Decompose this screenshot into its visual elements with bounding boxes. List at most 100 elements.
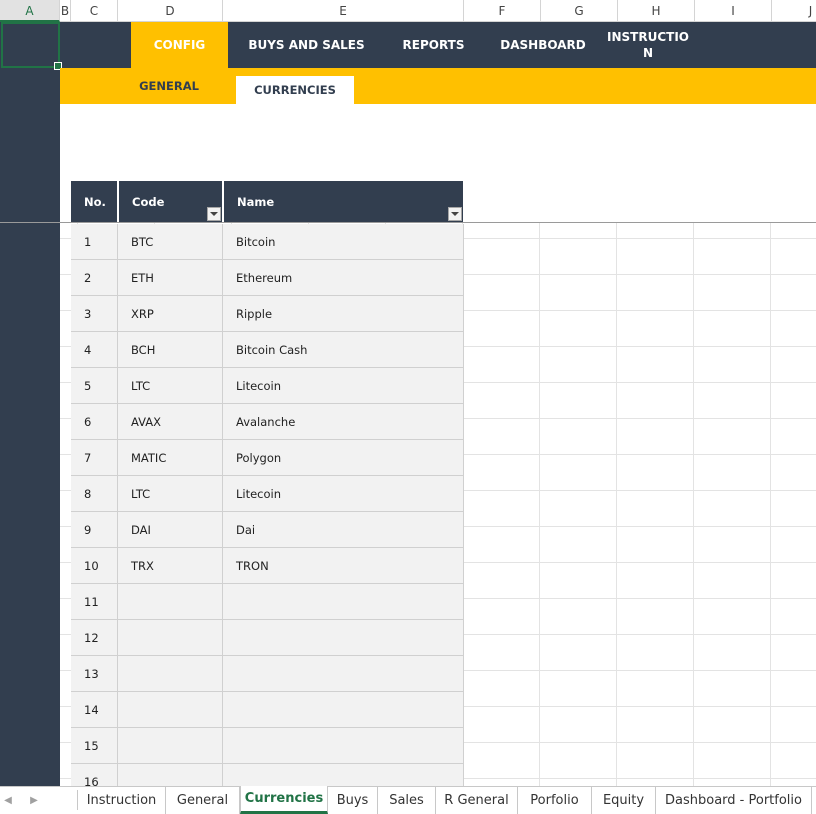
nav-tab-buys-and-sales[interactable]: BUYS AND SALES <box>244 22 369 68</box>
sheet-tab-porfolio[interactable]: Porfolio <box>518 786 592 814</box>
cell-code[interactable]: XRP <box>118 296 223 332</box>
sheet-tab-dashboard-portfolio[interactable]: Dashboard - Portfolio <box>656 786 812 814</box>
table-row: 7 MATIC Polygon <box>71 440 464 476</box>
freeze-pane-line <box>0 222 816 223</box>
filter-dropdown-icon[interactable] <box>448 207 462 221</box>
cell-no[interactable]: 4 <box>71 332 118 368</box>
cell-no[interactable]: 9 <box>71 512 118 548</box>
cell-name[interactable]: Ripple <box>223 296 464 332</box>
cell-no[interactable]: 16 <box>71 764 118 786</box>
column-header-a[interactable]: A <box>0 0 60 22</box>
cell-no[interactable]: 1 <box>71 224 118 260</box>
table-row: 5 LTC Litecoin <box>71 368 464 404</box>
cell-name[interactable] <box>223 656 464 692</box>
scroll-right-arrow-icon[interactable]: ▶ <box>26 786 42 814</box>
scroll-left-arrow-icon[interactable]: ◀ <box>0 786 16 814</box>
table-header-name-label: Name <box>237 194 275 209</box>
table-header-code-label: Code <box>132 194 165 209</box>
column-header-c[interactable]: C <box>71 0 118 22</box>
cell-code[interactable]: BCH <box>118 332 223 368</box>
cell-no[interactable]: 13 <box>71 656 118 692</box>
table-row: 10 TRX TRON <box>71 548 464 584</box>
cell-code[interactable] <box>118 620 223 656</box>
column-header-f[interactable]: F <box>464 0 541 22</box>
table-row: 12 <box>71 620 464 656</box>
cell-no[interactable]: 11 <box>71 584 118 620</box>
cell-name[interactable]: Bitcoin Cash <box>223 332 464 368</box>
nav-tab-reports[interactable]: REPORTS <box>392 22 475 68</box>
cell-no[interactable]: 6 <box>71 404 118 440</box>
cell-code[interactable]: BTC <box>118 224 223 260</box>
cell-code[interactable] <box>118 764 223 786</box>
cell-name[interactable] <box>223 692 464 728</box>
cell-name[interactable] <box>223 764 464 786</box>
cell-no[interactable]: 8 <box>71 476 118 512</box>
cell-code[interactable]: DAI <box>118 512 223 548</box>
cell-name[interactable] <box>223 620 464 656</box>
left-navy-band <box>0 22 60 786</box>
table-row: 11 <box>71 584 464 620</box>
cell-no[interactable]: 7 <box>71 440 118 476</box>
column-header-e[interactable]: E <box>223 0 464 22</box>
subnav-tab-currencies[interactable]: CURRENCIES <box>236 76 354 104</box>
cell-code[interactable] <box>118 692 223 728</box>
column-header-b[interactable]: B <box>60 0 71 22</box>
cell-no[interactable]: 5 <box>71 368 118 404</box>
cell-code[interactable] <box>118 728 223 764</box>
cell-name[interactable] <box>223 728 464 764</box>
cell-name[interactable] <box>223 584 464 620</box>
cell-name[interactable]: Bitcoin <box>223 224 464 260</box>
cell-name[interactable]: Litecoin <box>223 368 464 404</box>
nav-tab-config[interactable]: CONFIG <box>131 22 228 68</box>
sheet-tab-buys[interactable]: Buys <box>328 786 378 814</box>
cell-name[interactable]: Litecoin <box>223 476 464 512</box>
table-row: 13 <box>71 656 464 692</box>
subnav-tab-general[interactable]: GENERAL <box>118 68 220 104</box>
sheet-tab-r-general[interactable]: R General <box>436 786 518 814</box>
column-header-g[interactable]: G <box>541 0 618 22</box>
cell-no[interactable]: 3 <box>71 296 118 332</box>
cell-name[interactable]: Ethereum <box>223 260 464 296</box>
cell-no[interactable]: 12 <box>71 620 118 656</box>
table-header-no-label: No. <box>84 194 106 209</box>
table-header-name[interactable]: Name <box>224 181 463 222</box>
filter-dropdown-icon[interactable] <box>207 207 221 221</box>
cell-name[interactable]: Dai <box>223 512 464 548</box>
column-header-i[interactable]: I <box>695 0 772 22</box>
active-cell-a1[interactable] <box>1 22 62 70</box>
cell-no[interactable]: 10 <box>71 548 118 584</box>
sheet-tab-equity[interactable]: Equity <box>592 786 656 814</box>
cell-code[interactable]: AVAX <box>118 404 223 440</box>
cell-no[interactable]: 15 <box>71 728 118 764</box>
sheet-tab-general[interactable]: General <box>166 786 240 814</box>
cell-code[interactable] <box>118 656 223 692</box>
table-row: 16 <box>71 764 464 786</box>
cell-code[interactable]: TRX <box>118 548 223 584</box>
table-row: 6 AVAX Avalanche <box>71 404 464 440</box>
cell-name[interactable]: Avalanche <box>223 404 464 440</box>
table-row: 14 <box>71 692 464 728</box>
cell-code[interactable] <box>118 584 223 620</box>
column-header-d[interactable]: D <box>118 0 223 22</box>
table-header-code[interactable]: Code <box>119 181 222 222</box>
currency-table-body: 1 BTC Bitcoin 2 ETH Ethereum 3 XRP Ripple 4 BCH… <box>71 224 464 786</box>
sheet-tab-currencies[interactable]: Currencies <box>240 786 328 814</box>
table-row: 2 ETH Ethereum <box>71 260 464 296</box>
sheet-tab-sales[interactable]: Sales <box>378 786 436 814</box>
table-row: 8 LTC Litecoin <box>71 476 464 512</box>
column-header-h[interactable]: H <box>618 0 695 22</box>
cell-code[interactable]: MATIC <box>118 440 223 476</box>
sheet-tab-instruction[interactable]: Instruction <box>78 786 166 814</box>
cell-name[interactable]: TRON <box>223 548 464 584</box>
cell-name[interactable]: Polygon <box>223 440 464 476</box>
column-header-j[interactable]: J <box>772 0 816 22</box>
cell-no[interactable]: 2 <box>71 260 118 296</box>
nav-tab-instruction[interactable]: INSTRUCTIO N <box>606 22 690 68</box>
cell-code[interactable]: LTC <box>118 368 223 404</box>
cell-code[interactable]: LTC <box>118 476 223 512</box>
table-row: 15 <box>71 728 464 764</box>
table-header-no[interactable]: No. <box>71 181 117 222</box>
cell-code[interactable]: ETH <box>118 260 223 296</box>
nav-tab-dashboard[interactable]: DASHBOARD <box>496 22 590 68</box>
cell-no[interactable]: 14 <box>71 692 118 728</box>
